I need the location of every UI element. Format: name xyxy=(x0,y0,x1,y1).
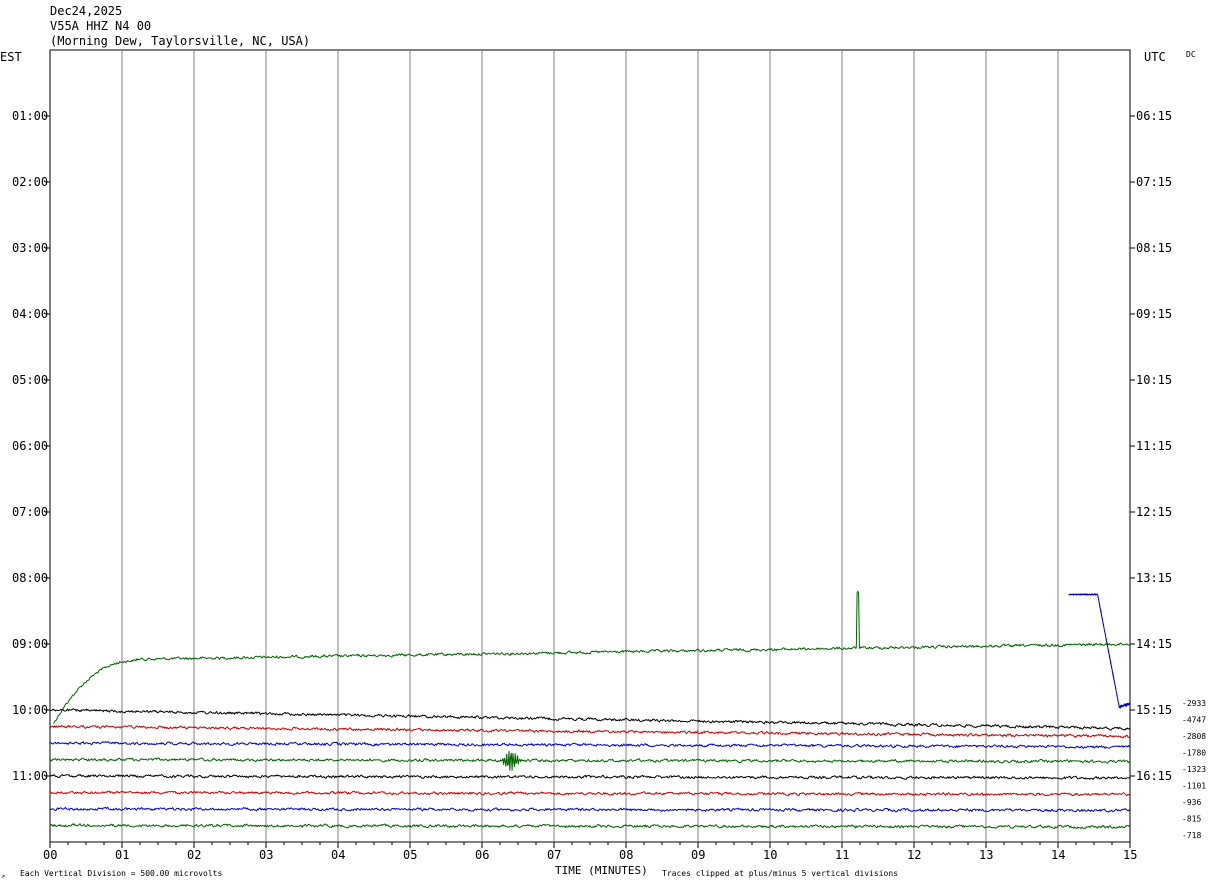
utc-tick-label: 06:15 xyxy=(1136,109,1172,123)
x-tick-label-02: 02 xyxy=(187,848,201,862)
est-tick-label: 07:00 xyxy=(12,505,48,519)
utc-tick-label: 16:15 xyxy=(1136,769,1172,783)
x-tick-label-10: 10 xyxy=(763,848,777,862)
x-axis-title: TIME (MINUTES) xyxy=(555,864,648,877)
utc-tick-label: 15:15 xyxy=(1136,703,1172,717)
utc-tick-label: 12:15 xyxy=(1136,505,1172,519)
x-tick-label-06: 06 xyxy=(475,848,489,862)
left-axis-label: EST xyxy=(0,50,22,64)
est-tick-label: 11:00 xyxy=(12,769,48,783)
est-tick-label: 01:00 xyxy=(12,109,48,123)
x-tick-label-00: 00 xyxy=(43,848,57,862)
x-tick-label-04: 04 xyxy=(331,848,345,862)
est-tick-label: 06:00 xyxy=(12,439,48,453)
x-tick-label-01: 01 xyxy=(115,848,129,862)
x-tick-label-08: 08 xyxy=(619,848,633,862)
est-tick-label: 05:00 xyxy=(12,373,48,387)
trace-offset-label: -936 xyxy=(1182,798,1201,807)
x-tick-label-05: 05 xyxy=(403,848,417,862)
helicorder-chart: Dec24,2025 V55A HHZ N4 00 (Morning Dew, … xyxy=(0,0,1210,886)
x-tick-label-14: 14 xyxy=(1051,848,1065,862)
x-tick-label-11: 11 xyxy=(835,848,849,862)
trace-offset-label: -2808 xyxy=(1182,732,1206,741)
x-tick-label-09: 09 xyxy=(691,848,705,862)
x-tick-label-07: 07 xyxy=(547,848,561,862)
x-tick-label-12: 12 xyxy=(907,848,921,862)
est-tick-label: 10:00 xyxy=(12,703,48,717)
utc-tick-label: 14:15 xyxy=(1136,637,1172,651)
est-tick-label: 04:00 xyxy=(12,307,48,321)
trace-offset-label: -1323 xyxy=(1182,765,1206,774)
utc-tick-label: 08:15 xyxy=(1136,241,1172,255)
right-axis-label: UTC xyxy=(1144,50,1166,64)
trace-offset-label: -2933 xyxy=(1182,699,1206,708)
clipping-note: Traces clipped at plus/minus 5 vertical … xyxy=(662,869,898,878)
utc-tick-label: 13:15 xyxy=(1136,571,1172,585)
utc-tick-label: 07:15 xyxy=(1136,175,1172,189)
est-tick-label: 08:00 xyxy=(12,571,48,585)
corner-label: DC xyxy=(1186,50,1196,59)
utc-tick-label: 10:15 xyxy=(1136,373,1172,387)
x-tick-label-13: 13 xyxy=(979,848,993,862)
chart-station: V55A HHZ N4 00 xyxy=(50,19,151,33)
trace-offset-label: -4747 xyxy=(1182,716,1206,725)
vertical-division-note: Each Vertical Division = 500.00 microvol… xyxy=(20,869,222,878)
trace-offset-label: -1101 xyxy=(1182,782,1206,791)
est-tick-label: 03:00 xyxy=(12,241,48,255)
trace-offset-label: -1780 xyxy=(1182,749,1206,758)
utc-tick-label: 09:15 xyxy=(1136,307,1172,321)
est-tick-label: 02:00 xyxy=(12,175,48,189)
trace-offset-label: -718 xyxy=(1182,831,1201,840)
est-tick-label: 09:00 xyxy=(12,637,48,651)
trace-offset-label: -815 xyxy=(1182,815,1201,824)
utc-tick-label: 11:15 xyxy=(1136,439,1172,453)
chart-location: (Morning Dew, Taylorsville, NC, USA) xyxy=(50,34,310,48)
x-tick-label-03: 03 xyxy=(259,848,273,862)
chart-date: Dec24,2025 xyxy=(50,4,122,18)
x-tick-label-15: 15 xyxy=(1123,848,1137,862)
corner-glyph: ↗ xyxy=(1,872,5,880)
